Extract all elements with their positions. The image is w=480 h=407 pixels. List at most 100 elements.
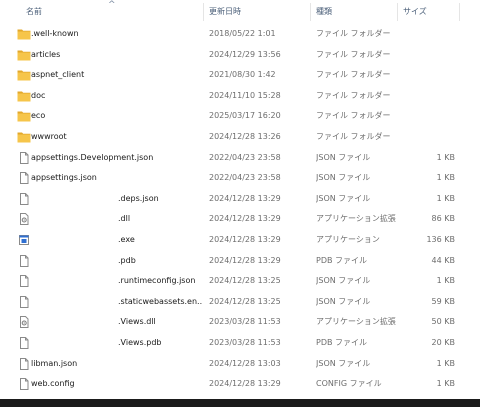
file-name: appsettings.Development.json — [31, 152, 154, 162]
file-size: 1 KB — [436, 358, 455, 368]
file-icon — [17, 254, 31, 267]
file-modified-date: 2024/12/28 13:29 — [209, 214, 281, 224]
file-name: .deps.json — [118, 193, 159, 203]
file-row[interactable]: appsettings.Development.json 2022/04/23 2… — [0, 148, 465, 169]
folder-icon — [17, 49, 31, 61]
vertical-scrollbar[interactable] — [465, 0, 480, 399]
file-modified-date: 2023/03/28 11:53 — [209, 338, 281, 347]
file-type: JSON ファイル — [316, 358, 371, 368]
column-type-header[interactable]: 種類 — [310, 0, 397, 24]
file-size: 1 KB — [436, 193, 455, 203]
file-size: 1 KB — [436, 276, 455, 286]
file-type: ファイル フォルダー — [316, 90, 391, 100]
file-size — [400, 106, 455, 127]
file-type: JSON ファイル — [316, 193, 371, 203]
file-name: .runtimeconfig.json — [118, 276, 196, 286]
file-name: .well-known — [31, 29, 79, 38]
file-size — [400, 24, 455, 45]
taskbar — [0, 399, 480, 407]
column-size-header[interactable]: サイズ — [397, 0, 459, 24]
file-name: doc — [31, 90, 46, 100]
folder-row[interactable]: aspnet_client 2021/08/30 1:42 ファイル フォルダー — [0, 65, 465, 86]
file-modified-date: 2024/12/29 13:56 — [209, 49, 281, 59]
file-name: web.config — [31, 379, 75, 389]
folder-row[interactable]: doc 2024/11/10 15:28 ファイル フォルダー — [0, 86, 465, 107]
file-size: 1 KB — [436, 379, 455, 389]
column-header: ^ 名前 更新日時 種類 サイズ — [0, 0, 480, 24]
column-date-header[interactable]: 更新日時 — [203, 0, 310, 24]
file-type: JSON ファイル — [316, 296, 371, 306]
file-row[interactable]: .runtimeconfig.json 2024/12/28 13:25 JSON … — [0, 271, 465, 292]
file-row[interactable]: .dll 2024/12/28 13:29 アプリケーション拡張 86 KB — [0, 209, 465, 230]
file-row[interactable]: .deps.json 2024/12/28 13:29 JSON ファイル 1 KB — [0, 189, 465, 210]
file-row[interactable]: .Views.pdb 2023/03/28 11:53 PDB ファイル 20 KB — [0, 333, 465, 354]
dll-file-icon — [17, 316, 31, 329]
file-type: PDB ファイル — [316, 255, 368, 265]
file-icon — [17, 151, 31, 164]
file-icon — [17, 337, 31, 349]
file-modified-date: 2024/12/28 13:29 — [209, 235, 281, 244]
folder-icon — [17, 131, 31, 143]
file-modified-date: 2021/08/30 1:42 — [209, 70, 276, 80]
file-type: アプリケーション — [316, 235, 380, 244]
folder-icon — [17, 28, 31, 40]
file-size: 50 KB — [431, 317, 455, 327]
file-name: appsettings.json — [31, 173, 97, 183]
file-modified-date: 2024/11/10 15:28 — [209, 90, 281, 100]
file-name: .pdb — [118, 255, 136, 265]
file-size — [400, 65, 455, 86]
file-type: ファイル フォルダー — [316, 49, 391, 59]
file-modified-date: 2023/03/28 11:53 — [209, 317, 281, 327]
file-modified-date: 2022/04/23 23:58 — [209, 173, 281, 183]
file-type: アプリケーション拡張 — [316, 214, 396, 224]
file-size — [400, 86, 455, 107]
file-size — [400, 45, 455, 66]
file-type: JSON ファイル — [316, 152, 371, 162]
file-type: JSON ファイル — [316, 276, 371, 286]
folder-icon — [17, 90, 31, 102]
file-type: JSON ファイル — [316, 173, 371, 183]
file-modified-date: 2024/12/28 13:26 — [209, 132, 281, 141]
file-row[interactable]: appsettings.json 2022/04/23 23:58 JSON ファイ… — [0, 168, 465, 189]
file-type: CONFIG ファイル — [316, 379, 382, 389]
file-type: PDB ファイル — [316, 338, 368, 347]
file-size: 1 KB — [436, 152, 455, 162]
file-row[interactable]: web.config 2024/12/28 13:29 CONFIG ファイル 1 K… — [0, 374, 465, 395]
file-row[interactable]: .staticwebassets.en... 2024/12/28 13:25 JS… — [0, 292, 465, 313]
column-divider[interactable] — [459, 3, 460, 21]
file-icon — [17, 357, 31, 370]
file-modified-date: 2022/04/23 23:58 — [209, 152, 281, 162]
file-size: 1 KB — [436, 173, 455, 183]
dll-file-icon — [17, 213, 31, 226]
file-size: 136 KB — [426, 235, 455, 244]
file-name: libman.json — [31, 358, 78, 368]
file-type: アプリケーション拡張 — [316, 317, 396, 327]
file-modified-date: 2024/12/28 13:25 — [209, 296, 281, 306]
file-row[interactable]: .Views.dll 2023/03/28 11:53 アプリケーション拡張 50 K… — [0, 312, 465, 333]
file-name: articles — [31, 49, 61, 59]
file-icon — [17, 192, 31, 205]
folder-icon — [17, 69, 31, 81]
file-modified-date: 2024/12/28 13:29 — [209, 193, 281, 203]
file-name: .Views.dll — [118, 317, 156, 327]
file-icon — [17, 295, 31, 308]
file-name: eco — [31, 111, 46, 121]
file-row[interactable]: libman.json 2024/12/28 13:03 JSON ファイル 1 KB — [0, 354, 465, 375]
file-name: wwwroot — [31, 132, 67, 141]
file-row[interactable]: .exe 2024/12/28 13:29 アプリケーション 136 KB — [0, 230, 465, 251]
column-name-header[interactable]: 名前 — [20, 0, 203, 24]
exe-file-icon — [17, 234, 31, 246]
file-name: .exe — [118, 235, 135, 244]
file-modified-date: 2024/12/28 13:29 — [209, 255, 281, 265]
file-modified-date: 2018/05/22 1:01 — [209, 29, 276, 38]
file-modified-date: 2024/12/28 13:25 — [209, 276, 281, 286]
file-modified-date: 2025/03/17 16:20 — [209, 111, 281, 121]
file-row[interactable]: .pdb 2024/12/28 13:29 PDB ファイル 44 KB — [0, 251, 465, 272]
folder-row[interactable]: wwwroot 2024/12/28 13:26 ファイル フォルダー — [0, 127, 465, 148]
folder-row[interactable]: articles 2024/12/29 13:56 ファイル フォルダー — [0, 45, 465, 66]
file-name: aspnet_client — [31, 70, 85, 80]
file-name: .dll — [118, 214, 131, 224]
folder-row[interactable]: eco 2025/03/17 16:20 ファイル フォルダー — [0, 106, 465, 127]
file-modified-date: 2024/12/28 13:03 — [209, 358, 281, 368]
folder-row[interactable]: .well-known 2018/05/22 1:01 ファイル フォルダー — [0, 24, 465, 45]
